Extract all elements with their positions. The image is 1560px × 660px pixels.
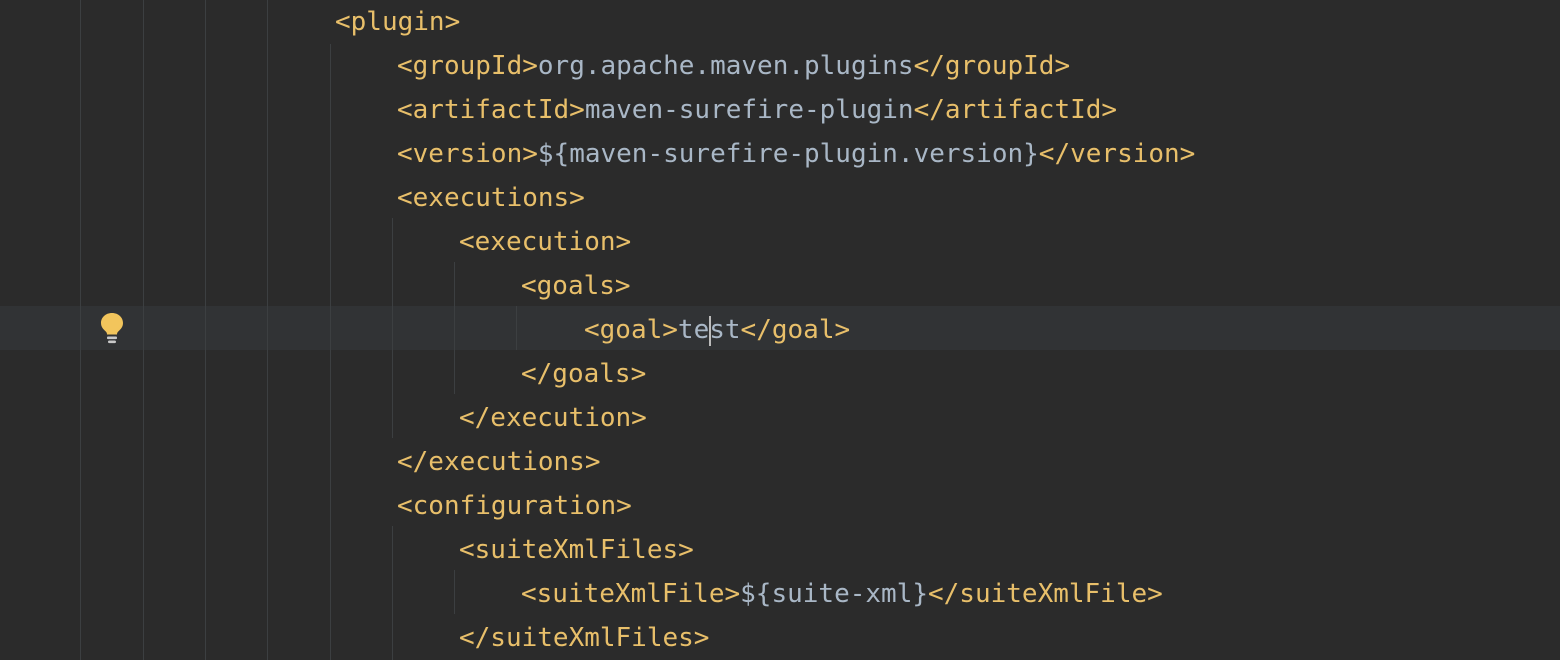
- xml-tag: <suiteXmlFiles>: [459, 535, 694, 565]
- indent-guide: [330, 44, 331, 660]
- xml-tag: <configuration>: [397, 491, 632, 521]
- xml-tag: <execution>: [459, 227, 632, 257]
- code-line[interactable]: <groupId>org.apache.maven.plugins</group…: [397, 44, 1070, 88]
- code-line[interactable]: <suiteXmlFile>${suite-xml}</suiteXmlFile…: [521, 572, 1163, 616]
- code-line[interactable]: <goals>: [521, 264, 631, 308]
- xml-text: org.apache.maven.plugins: [537, 51, 914, 81]
- xml-tag: </suiteXmlFile>: [928, 579, 1163, 609]
- code-line[interactable]: <version>${maven-surefire-plugin.version…: [397, 132, 1195, 176]
- indent-guide: [392, 526, 393, 660]
- code-line[interactable]: <artifactId>maven-surefire-plugin</artif…: [397, 88, 1117, 132]
- xml-text: ${maven-surefire-plugin.version}: [537, 139, 1039, 169]
- xml-tag: </goals>: [521, 359, 647, 389]
- xml-tag: <plugin>: [335, 7, 461, 37]
- code-line[interactable]: <suiteXmlFiles>: [459, 528, 694, 572]
- indent-guide: [516, 306, 517, 350]
- indent-guide: [392, 218, 393, 438]
- xml-text: maven-surefire-plugin: [584, 95, 914, 125]
- code-line[interactable]: <execution>: [459, 220, 631, 264]
- xml-tag: <suiteXmlFile>: [521, 579, 741, 609]
- indent-guide: [454, 262, 455, 394]
- xml-tag: </artifactId>: [913, 95, 1118, 125]
- xml-text: ${suite-xml}: [740, 579, 928, 609]
- indent-guide: [143, 0, 144, 660]
- xml-tag: </suiteXmlFiles>: [459, 623, 710, 653]
- code-line-current[interactable]: <goal>te st</goal>: [584, 308, 850, 352]
- xml-tag: </execution>: [459, 403, 647, 433]
- code-line[interactable]: <executions>: [397, 176, 585, 220]
- xml-tag: </goal>: [740, 315, 851, 345]
- code-line[interactable]: </execution>: [459, 396, 647, 440]
- xml-text: te: [677, 315, 710, 345]
- code-line[interactable]: </suiteXmlFiles>: [459, 616, 709, 660]
- xml-tag: <artifactId>: [397, 95, 585, 125]
- lightbulb-icon[interactable]: [99, 312, 125, 344]
- code-line[interactable]: <configuration>: [397, 484, 632, 528]
- xml-tag: <version>: [397, 139, 538, 169]
- xml-tag: </executions>: [397, 447, 601, 477]
- indent-guide: [80, 0, 81, 660]
- xml-tag: </groupId>: [913, 51, 1071, 81]
- xml-tag: <goals>: [521, 271, 631, 301]
- code-line[interactable]: </goals>: [521, 352, 646, 396]
- indent-guide: [267, 0, 268, 660]
- indent-guide: [454, 570, 455, 614]
- code-editor[interactable]: <plugin> <groupId>org.apache.maven.plugi…: [0, 0, 1560, 660]
- xml-tag: <executions>: [397, 183, 585, 213]
- xml-tag: </version>: [1038, 139, 1196, 169]
- xml-tag: <goal>: [584, 315, 678, 345]
- xml-tag: <groupId>: [397, 51, 538, 81]
- code-line[interactable]: <plugin>: [335, 0, 460, 44]
- code-line[interactable]: </executions>: [397, 440, 601, 484]
- xml-text: st: [709, 315, 741, 345]
- indent-guide: [205, 0, 206, 660]
